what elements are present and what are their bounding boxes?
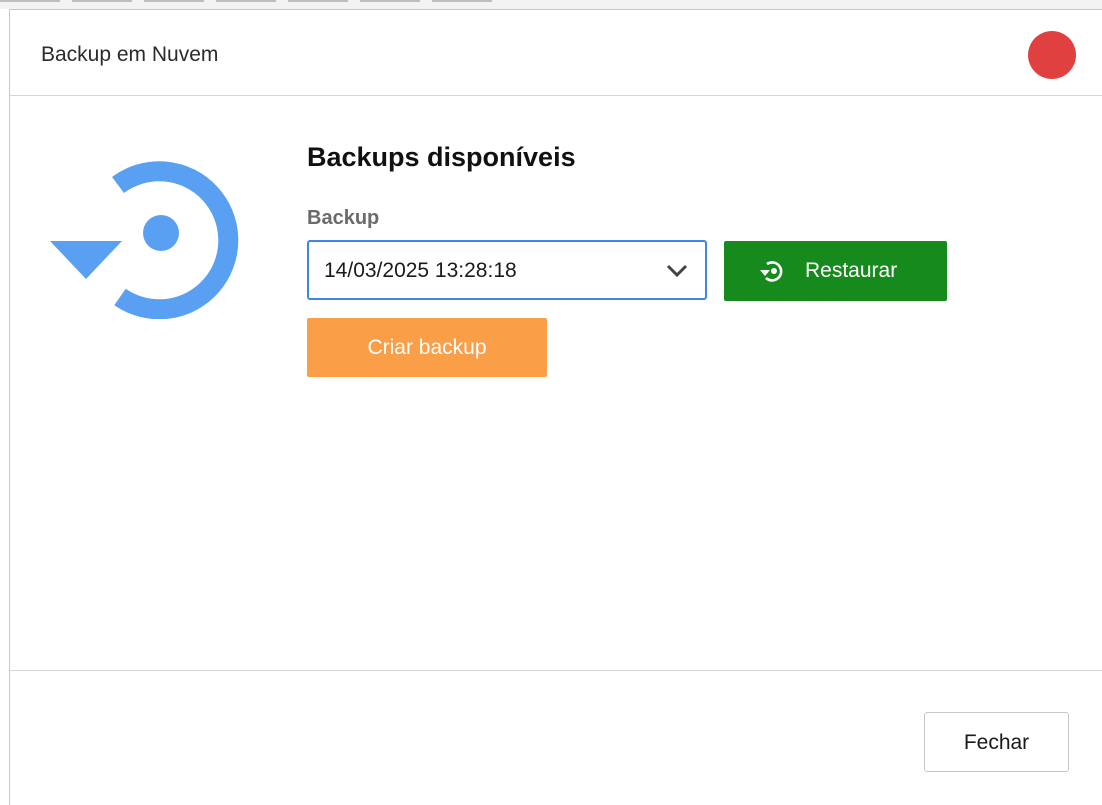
restore-button-label: Restaurar [805, 259, 898, 282]
close-icon[interactable] [1028, 31, 1076, 79]
section-title: Backups disponíveis [307, 142, 576, 172]
dialog-header: Backup em Nuvem [10, 10, 1102, 96]
restore-button[interactable]: Restaurar [724, 241, 947, 301]
create-backup-button[interactable]: Criar backup [307, 318, 547, 377]
top-strip-decoration [0, 0, 500, 2]
backup-field-label: Backup [307, 207, 380, 229]
footer-divider [10, 670, 1102, 671]
close-button-label: Fechar [963, 731, 1030, 754]
backup-dialog: Backup em Nuvem Backups disponíveis Back… [9, 9, 1102, 805]
backup-select[interactable]: 14/03/2025 13:28:18 [307, 240, 707, 300]
restore-icon [50, 161, 239, 319]
chevron-down-icon [666, 264, 688, 278]
backup-select-value: 14/03/2025 13:28:18 [324, 259, 517, 282]
close-button[interactable]: Fechar [924, 712, 1069, 772]
dialog-title: Backup em Nuvem [41, 43, 219, 66]
create-backup-button-label: Criar backup [367, 336, 487, 359]
window-top-strip [0, 0, 1102, 9]
restore-icon [760, 261, 783, 282]
